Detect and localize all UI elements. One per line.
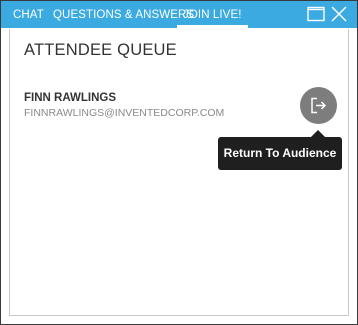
exit-icon: [311, 97, 327, 114]
tab-questions-answers[interactable]: QUESTIONS & ANSWERS: [53, 1, 194, 28]
tooltip-arrow: [311, 130, 325, 137]
queue-title: ATTENDEE QUEUE: [24, 41, 177, 59]
join-live-window: CHAT QUESTIONS & ANSWERS JOIN LIVE! ATTE…: [0, 0, 358, 325]
attendee-email: FINNRAWLINGS@INVENTEDCORP.COM: [24, 107, 225, 119]
return-to-audience-button[interactable]: [300, 87, 337, 124]
maximize-icon[interactable]: [307, 6, 325, 22]
title-bar: CHAT QUESTIONS & ANSWERS JOIN LIVE!: [1, 1, 357, 28]
close-icon[interactable]: [330, 6, 348, 22]
tab-join-live[interactable]: JOIN LIVE!: [177, 1, 248, 28]
tab-chat[interactable]: CHAT: [13, 1, 44, 28]
attendee-queue-panel: ATTENDEE QUEUE FINN RAWLINGS FINNRAWLING…: [9, 29, 349, 316]
attendee-name: FINN RAWLINGS: [24, 92, 116, 104]
tooltip: Return To Audience: [218, 137, 342, 170]
